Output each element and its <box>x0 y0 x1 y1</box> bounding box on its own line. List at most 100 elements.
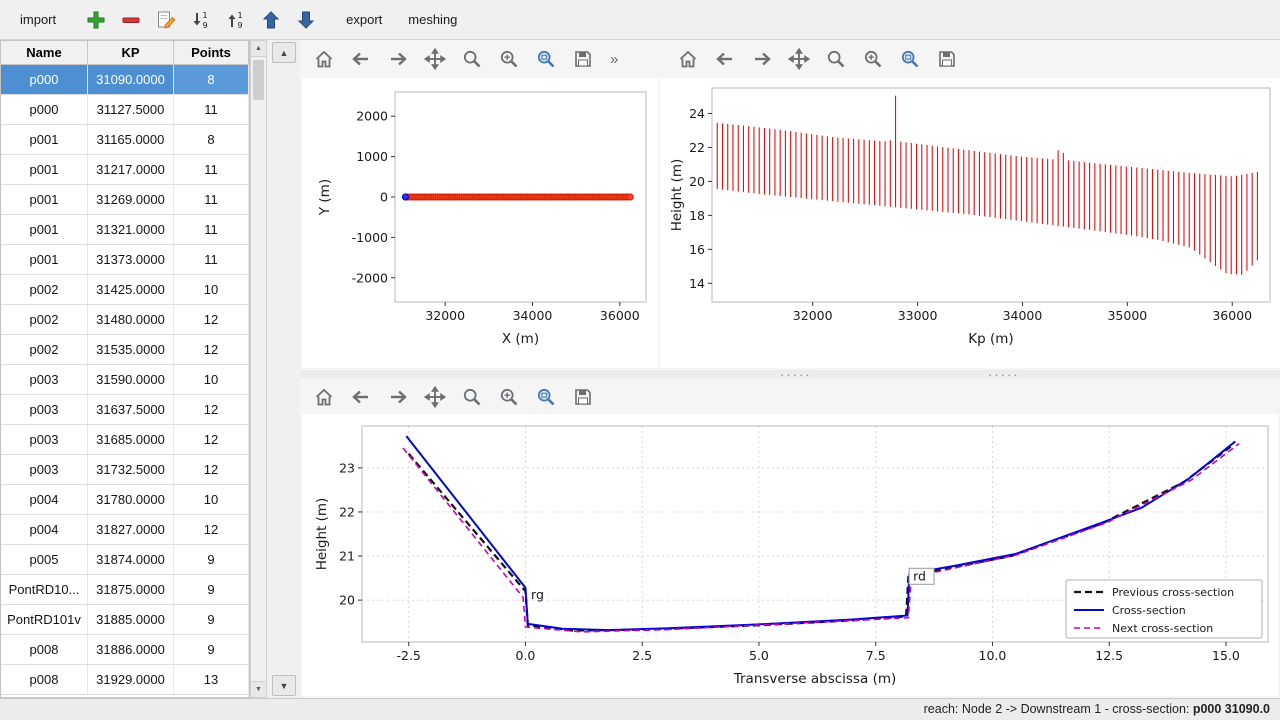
y-axis-label: Height (m) <box>314 498 330 571</box>
table-row[interactable]: p00831886.00009 <box>1 635 249 665</box>
table-row[interactable]: p00331637.500012 <box>1 395 249 425</box>
svg-text:34000: 34000 <box>1003 308 1043 323</box>
svg-text:0: 0 <box>380 190 388 205</box>
table-row[interactable]: p00531874.00009 <box>1 545 249 575</box>
cell-points: 12 <box>174 305 249 334</box>
panel-scroll-down-button[interactable]: ▼ <box>272 675 296 696</box>
edit-button[interactable] <box>150 5 182 35</box>
table-row[interactable]: p00231535.000012 <box>1 335 249 365</box>
zoom-rect-button[interactable] <box>894 44 926 74</box>
plan-view-plot[interactable]: 320003400036000X (m)-2000-1000010002000Y… <box>302 78 658 368</box>
table-row[interactable]: p00131165.00008 <box>1 125 249 155</box>
toolbar-overflow-chevron[interactable]: » <box>610 51 618 68</box>
cell-name: p002 <box>1 335 88 364</box>
svg-text:5.0: 5.0 <box>749 648 769 663</box>
table-row[interactable]: PontRD101v31885.00009 <box>1 605 249 635</box>
plots-area: » 320003400036000X (m)-2000-100001000200… <box>300 40 1280 698</box>
scroll-up-button[interactable]: ▲ <box>251 41 266 57</box>
subplots-button[interactable] <box>493 44 525 74</box>
table-row[interactable]: p00031090.00008 <box>1 65 249 95</box>
export-button[interactable]: export <box>336 7 392 32</box>
move-up-button[interactable] <box>255 5 287 35</box>
table-row[interactable]: p00131217.000011 <box>1 155 249 185</box>
cell-kp: 31321.0000 <box>88 215 174 244</box>
save-button[interactable] <box>567 382 599 412</box>
save-button[interactable] <box>567 44 599 74</box>
table-row[interactable]: p00331685.000012 <box>1 425 249 455</box>
svg-text:-1000: -1000 <box>352 230 388 245</box>
add-button[interactable] <box>80 5 112 35</box>
forward-button[interactable] <box>746 44 778 74</box>
scroll-down-button[interactable]: ▼ <box>251 681 266 697</box>
save-button[interactable] <box>931 44 963 74</box>
svg-text:36000: 36000 <box>1212 308 1252 323</box>
cell-name: p005 <box>1 545 88 574</box>
longitudinal-profile-plot[interactable]: 3200033000340003500036000Kp (m)141618202… <box>660 78 1280 368</box>
zoom-rect-icon <box>899 48 921 70</box>
home-button[interactable] <box>308 382 340 412</box>
sort-desc-button[interactable]: 19 <box>220 5 252 35</box>
zoom-rect-icon <box>535 48 557 70</box>
x-axis-label: Transverse abscissa (m) <box>733 671 897 687</box>
cross-section-plot[interactable]: -2.50.02.55.07.510.012.515.0Transverse a… <box>302 414 1278 696</box>
move-down-button[interactable] <box>290 5 322 35</box>
cell-kp: 31269.0000 <box>88 185 174 214</box>
forward-icon <box>751 48 773 70</box>
zoom-button[interactable] <box>456 44 488 74</box>
table-row[interactable]: p00331732.500012 <box>1 455 249 485</box>
annotation-rg: rg <box>531 587 544 602</box>
zoom-rect-button[interactable] <box>530 382 562 412</box>
table-row[interactable]: p00031127.500011 <box>1 95 249 125</box>
zoom-icon <box>461 48 483 70</box>
column-header-points[interactable]: Points <box>174 41 249 64</box>
pan-button[interactable] <box>419 44 451 74</box>
meshing-button[interactable]: meshing <box>398 7 467 32</box>
splitter-handle[interactable]: ····· ····· <box>300 370 1280 378</box>
table-row[interactable]: p00131269.000011 <box>1 185 249 215</box>
cell-points: 8 <box>174 65 249 94</box>
column-header-name[interactable]: Name <box>1 41 88 64</box>
back-button[interactable] <box>345 44 377 74</box>
pan-button[interactable] <box>783 44 815 74</box>
forward-icon <box>387 48 409 70</box>
svg-text:32000: 32000 <box>793 308 833 323</box>
panel-scrollbar[interactable]: ▲ ▼ <box>272 42 296 696</box>
svg-text:Cross-section: Cross-section <box>1112 604 1186 617</box>
table-row[interactable]: p00831929.000013 <box>1 665 249 695</box>
back-button[interactable] <box>709 44 741 74</box>
subplots-button[interactable] <box>857 44 889 74</box>
scrollbar-thumb[interactable] <box>253 60 264 100</box>
import-button[interactable]: import <box>10 7 66 32</box>
table-row[interactable]: p00231425.000010 <box>1 275 249 305</box>
zoom-rect-button[interactable] <box>530 44 562 74</box>
back-button[interactable] <box>345 382 377 412</box>
home-icon <box>313 48 335 70</box>
table-row[interactable]: p00131321.000011 <box>1 215 249 245</box>
table-row[interactable]: p00431780.000010 <box>1 485 249 515</box>
panel-scroll-up-button[interactable]: ▲ <box>272 42 296 63</box>
forward-button[interactable] <box>382 44 414 74</box>
table-row[interactable]: p00131373.000011 <box>1 245 249 275</box>
zoom-button[interactable] <box>820 44 852 74</box>
table-row[interactable]: p00431827.000012 <box>1 515 249 545</box>
table-scrollbar[interactable]: ▲ ▼ <box>250 40 267 698</box>
column-header-kp[interactable]: KP <box>88 41 174 64</box>
legend: Previous cross-sectionCross-sectionNext … <box>1066 580 1262 638</box>
save-icon <box>572 386 594 408</box>
sort-asc-button[interactable]: 19 <box>185 5 217 35</box>
svg-text:20: 20 <box>689 174 705 189</box>
pan-button[interactable] <box>419 382 451 412</box>
table-row[interactable]: PontRD10...31875.00009 <box>1 575 249 605</box>
remove-button[interactable] <box>115 5 147 35</box>
home-button[interactable] <box>308 44 340 74</box>
table-row[interactable]: p00231480.000012 <box>1 305 249 335</box>
zoom-button[interactable] <box>456 382 488 412</box>
forward-button[interactable] <box>382 382 414 412</box>
subplots-button[interactable] <box>493 382 525 412</box>
remove-icon <box>120 9 142 31</box>
svg-text:18: 18 <box>689 208 705 223</box>
home-button[interactable] <box>672 44 704 74</box>
cell-name: p003 <box>1 455 88 484</box>
table-row[interactable]: p00331590.000010 <box>1 365 249 395</box>
cell-kp: 31425.0000 <box>88 275 174 304</box>
